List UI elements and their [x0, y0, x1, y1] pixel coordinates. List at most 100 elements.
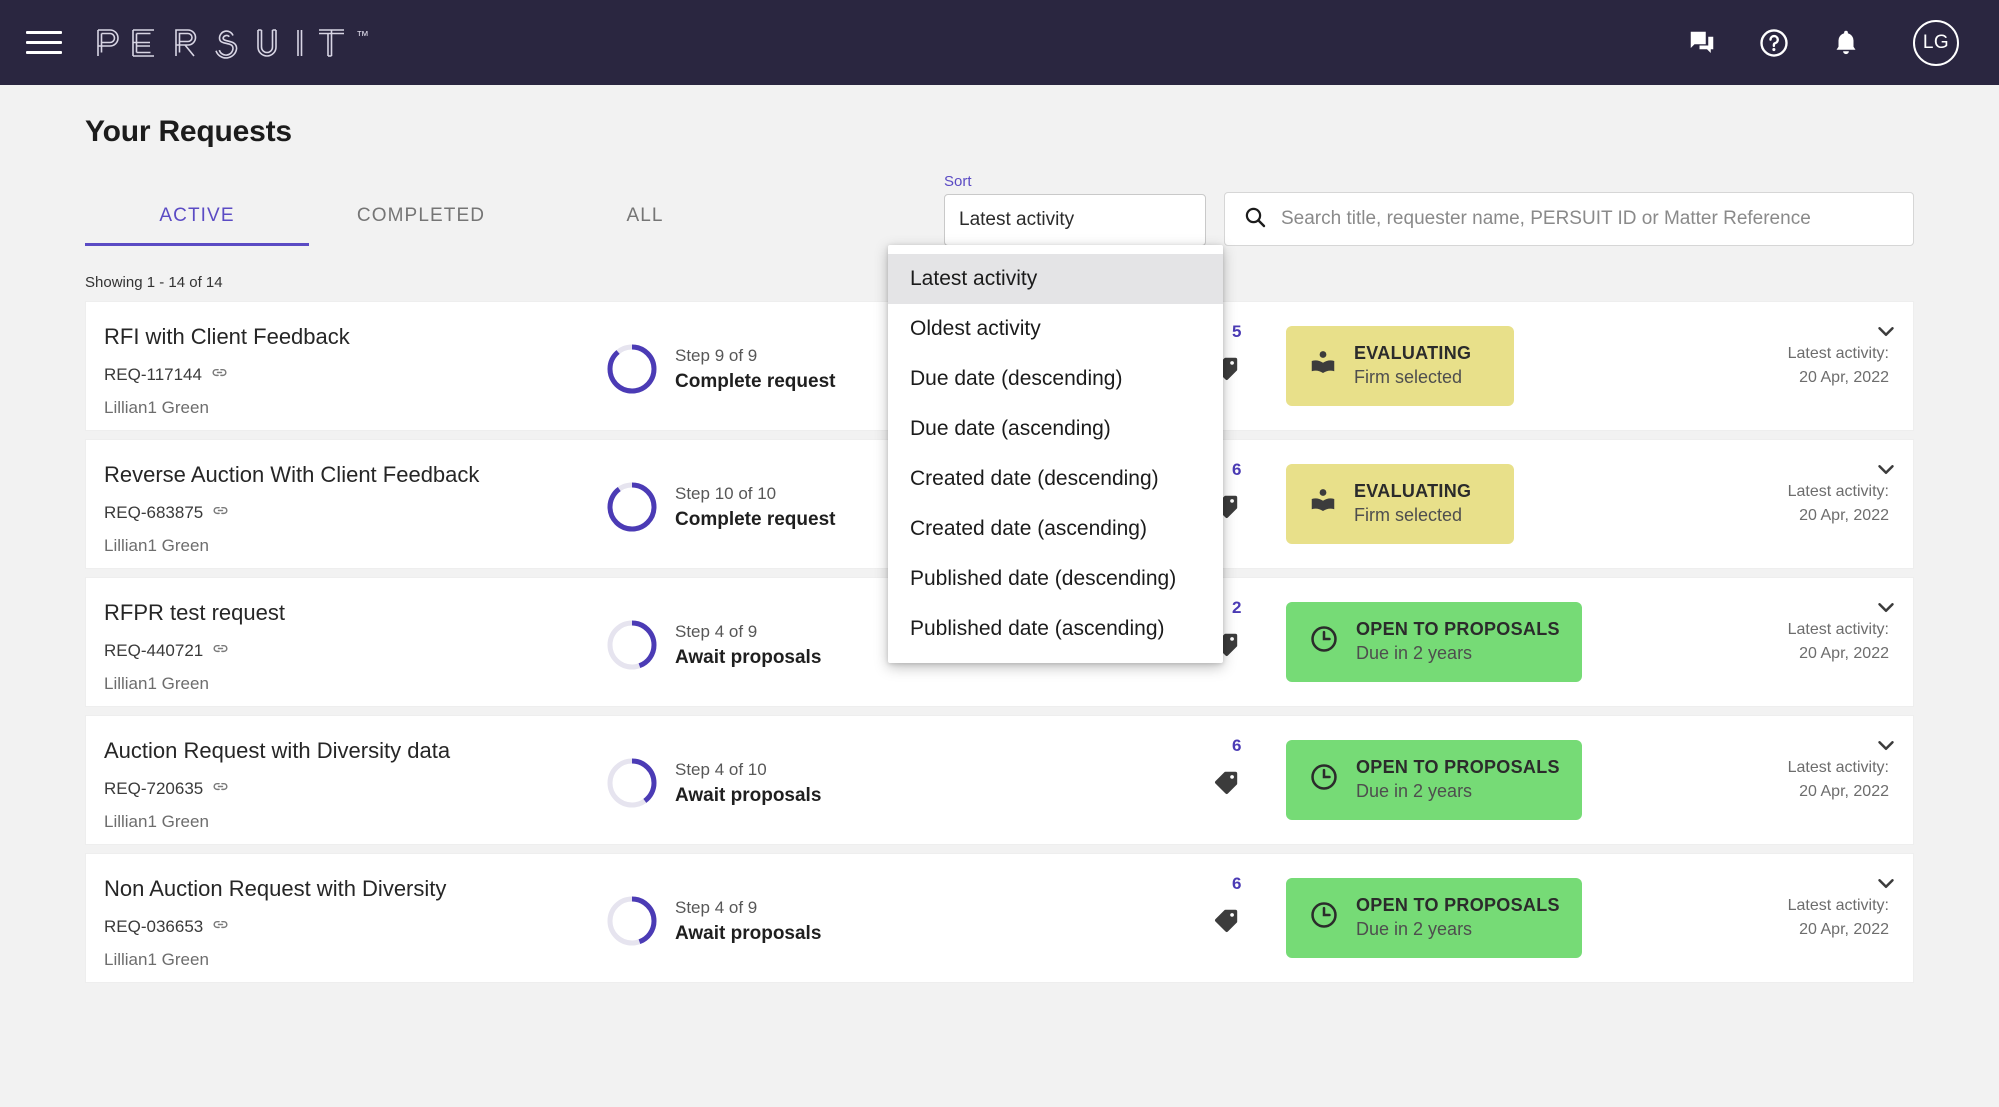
tag-count: 6	[1232, 874, 1242, 893]
tab-completed[interactable]: COMPLETED	[309, 195, 533, 246]
status-badge[interactable]: EVALUATING Firm selected	[1286, 463, 1514, 545]
activity-date: 20 Apr, 2022	[1799, 369, 1889, 386]
sort-option-created-date-ascending[interactable]: Created date (ascending)	[888, 504, 1223, 554]
sort-option-latest-activity[interactable]: Latest activity	[888, 254, 1223, 304]
copy-link-icon[interactable]	[211, 501, 230, 525]
request-status: OPEN TO PROPOSALS Due in 2 years	[1286, 578, 1586, 706]
sort-label: Sort	[944, 173, 972, 190]
request-title[interactable]: Reverse Auction With Client Feedback	[104, 462, 606, 488]
sort-option-due-date-descending[interactable]: Due date (descending)	[888, 354, 1223, 404]
status-subtitle: Due in 2 years	[1356, 781, 1473, 802]
step-counter: Step 4 of 10	[675, 759, 767, 779]
request-title[interactable]: Non Auction Request with Diversity	[104, 876, 606, 902]
chevron-down-icon[interactable]	[1873, 456, 1899, 487]
request-status: EVALUATING Firm selected	[1286, 302, 1586, 430]
sort-selected-value: Latest activity	[959, 209, 1075, 230]
status-badge[interactable]: OPEN TO PROPOSALS Due in 2 years	[1286, 601, 1582, 683]
request-id-row: REQ-683875	[104, 501, 606, 525]
sort-dropdown-menu[interactable]: Latest activity Oldest activity Due date…	[888, 245, 1223, 663]
tag-icon	[1215, 771, 1238, 794]
status-badge[interactable]: OPEN TO PROPOSALS Due in 2 years	[1286, 739, 1582, 821]
sort-option-published-date-descending[interactable]: Published date (descending)	[888, 554, 1223, 604]
sort-select[interactable]: Latest activity	[944, 194, 1206, 246]
persuit-wordmark-icon	[97, 28, 344, 59]
chevron-down-icon[interactable]	[1873, 594, 1899, 625]
progress-ring	[606, 619, 658, 671]
status-title: EVALUATING	[1354, 342, 1472, 363]
tab-all[interactable]: ALL	[533, 195, 757, 246]
chevron-down-icon[interactable]	[1873, 732, 1899, 763]
page-title: Your Requests	[85, 115, 292, 148]
chat-icon[interactable]	[1687, 28, 1717, 58]
chevron-down-icon[interactable]	[1873, 318, 1899, 349]
status-title: OPEN TO PROPOSALS	[1356, 756, 1560, 777]
progress-ring	[606, 481, 658, 533]
search-box[interactable]	[1224, 192, 1914, 246]
activity-date: 20 Apr, 2022	[1799, 921, 1889, 938]
request-title[interactable]: Auction Request with Diversity data	[104, 738, 606, 764]
status-badge[interactable]: EVALUATING Firm selected	[1286, 325, 1514, 407]
request-dates	[906, 716, 1166, 844]
chevron-down-icon[interactable]	[1873, 870, 1899, 901]
request-progress: Step 10 of 10 Complete request	[606, 440, 906, 568]
request-activity: Latest activity: 20 Apr, 2022	[1586, 716, 1913, 844]
request-card[interactable]: Auction Request with Diversity data REQ-…	[85, 715, 1914, 845]
status-subtitle: Due in 2 years	[1356, 643, 1473, 664]
status-badge[interactable]: OPEN TO PROPOSALS Due in 2 years	[1286, 877, 1582, 959]
sort-option-published-date-ascending[interactable]: Published date (ascending)	[888, 604, 1223, 654]
status-subtitle: Firm selected	[1354, 505, 1463, 526]
clock-icon	[1308, 623, 1340, 660]
page-container: Your Requests ACTIVE COMPLETED ALL Sort …	[0, 85, 1999, 983]
sort-option-oldest-activity[interactable]: Oldest activity	[888, 304, 1223, 354]
request-progress: Step 9 of 9 Complete request	[606, 302, 906, 430]
user-avatar[interactable]: LG	[1913, 19, 1959, 66]
tag-count: 2	[1232, 598, 1242, 617]
request-id: REQ-683875	[104, 503, 204, 522]
help-icon[interactable]	[1759, 28, 1789, 58]
copy-link-icon[interactable]	[211, 777, 230, 801]
avatar-initials: LG	[1922, 31, 1950, 53]
request-tags[interactable]: 6	[1166, 716, 1286, 844]
request-id: REQ-036653	[104, 917, 204, 936]
request-card[interactable]: Non Auction Request with Diversity REQ-0…	[85, 853, 1914, 983]
top-navigation-bar: ™ LG	[0, 0, 1999, 85]
activity-date: 20 Apr, 2022	[1799, 507, 1889, 524]
request-activity: Latest activity: 20 Apr, 2022	[1586, 302, 1913, 430]
sort-option-due-date-ascending[interactable]: Due date (ascending)	[888, 404, 1223, 454]
copy-link-icon[interactable]	[211, 639, 230, 663]
sort-option-created-date-descending[interactable]: Created date (descending)	[888, 454, 1223, 504]
status-title: EVALUATING	[1354, 480, 1472, 501]
request-identity: Non Auction Request with Diversity REQ-0…	[86, 854, 606, 982]
request-id-row: REQ-440721	[104, 639, 606, 663]
tag-count: 6	[1232, 460, 1242, 479]
status-title: OPEN TO PROPOSALS	[1356, 894, 1560, 915]
search-input[interactable]	[1281, 208, 1895, 230]
copy-link-icon[interactable]	[210, 363, 229, 387]
request-owner: Lillian1 Green	[104, 812, 209, 831]
request-activity: Latest activity: 20 Apr, 2022	[1586, 854, 1913, 982]
hamburger-menu-icon[interactable]	[26, 28, 62, 58]
notifications-icon[interactable]	[1831, 28, 1861, 58]
request-identity: Reverse Auction With Client Feedback REQ…	[86, 440, 606, 568]
request-progress: Step 4 of 9 Await proposals	[606, 578, 906, 706]
copy-link-icon[interactable]	[211, 915, 230, 939]
request-id-row: REQ-036653	[104, 915, 606, 939]
tag-count: 5	[1232, 322, 1242, 341]
status-subtitle: Due in 2 years	[1356, 919, 1473, 940]
tab-active[interactable]: ACTIVE	[85, 195, 309, 246]
request-status: EVALUATING Firm selected	[1286, 440, 1586, 568]
request-progress: Step 4 of 9 Await proposals	[606, 854, 906, 982]
tag-count: 6	[1232, 736, 1242, 755]
step-counter: Step 9 of 9	[675, 345, 758, 365]
step-counter: Step 4 of 9	[675, 621, 758, 641]
step-name: Await proposals	[675, 646, 822, 668]
request-title[interactable]: RFPR test request	[104, 600, 606, 626]
evaluating-icon	[1308, 348, 1338, 383]
request-id-row: REQ-117144	[104, 363, 606, 387]
step-name: Complete request	[675, 370, 836, 392]
progress-ring	[606, 343, 658, 395]
request-tags[interactable]: 6	[1166, 854, 1286, 982]
request-title[interactable]: RFI with Client Feedback	[104, 324, 606, 350]
request-activity: Latest activity: 20 Apr, 2022	[1586, 440, 1913, 568]
list-controls: Sort Latest activity	[757, 173, 1914, 246]
